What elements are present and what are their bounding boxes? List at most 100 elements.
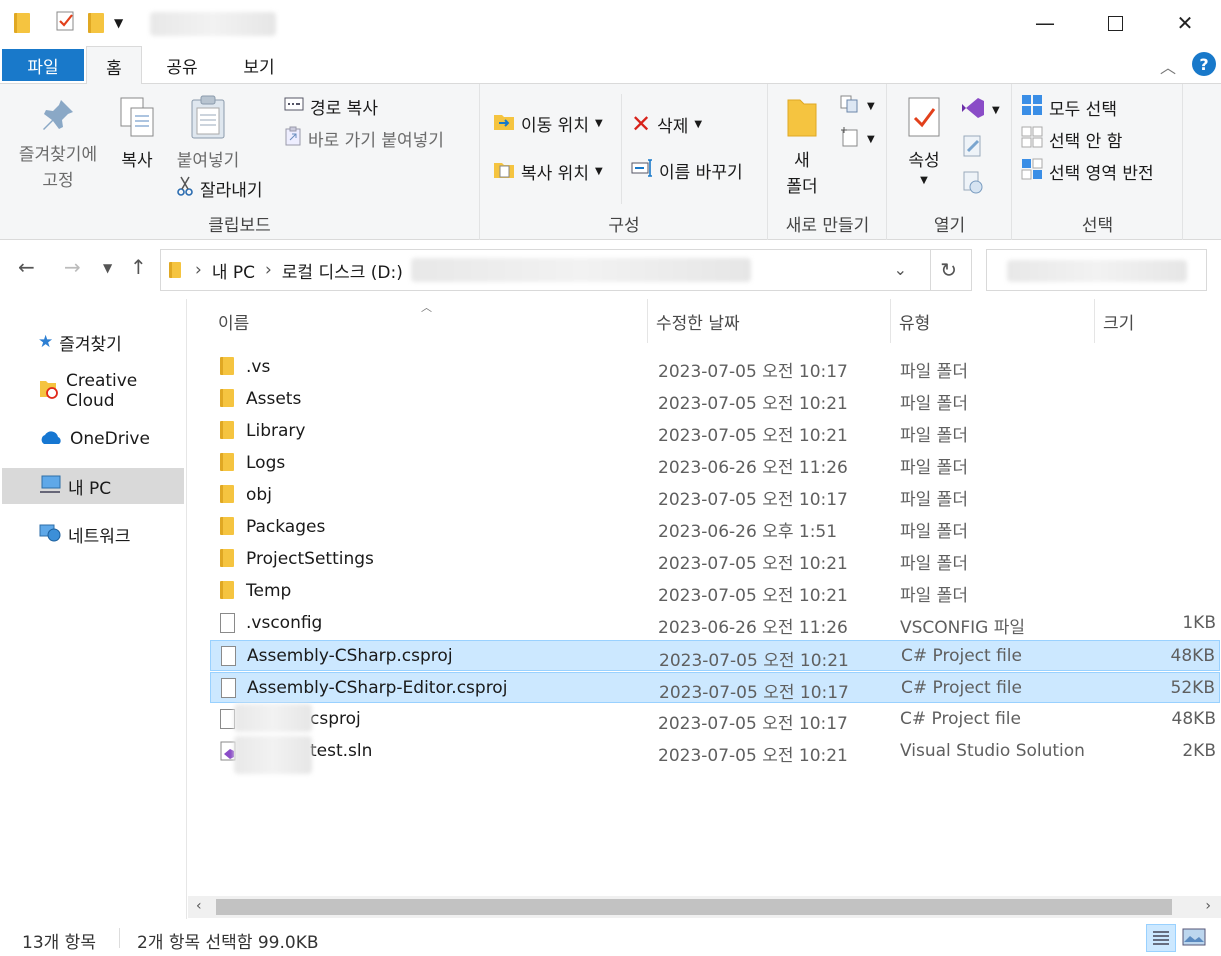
details-view-icon (1153, 931, 1169, 945)
file-row[interactable]: .vsconfig 2023-06-26 오전 11:26 VSCONFIG 파일 1… (210, 608, 1220, 639)
horizontal-scrollbar[interactable]: ‹ › (188, 896, 1221, 918)
customize-toolbar-chevron-icon[interactable]: ▼ (114, 16, 123, 30)
select-group: 모두 선택 선택 안 함 선택 영역 반전 선택 (1013, 84, 1183, 240)
details-view-button[interactable] (1146, 924, 1176, 952)
edit-button[interactable] (962, 134, 984, 163)
file-row[interactable]: Assembly-CSharp.csproj 2023-07-05 오전 10:2… (210, 640, 1220, 671)
rename-icon (631, 159, 653, 182)
collapse-ribbon-chevron-icon[interactable]: ︿ (1160, 54, 1176, 78)
move-to-label: 이동 위치 (521, 116, 589, 136)
select-all-button[interactable]: 모두 선택 (1021, 94, 1117, 121)
column-header-date[interactable]: 수정한 날짜 (648, 299, 891, 343)
delete-button[interactable]: ✕ 삭제 ▼ (631, 110, 702, 138)
search-placeholder-blurred (1007, 260, 1187, 282)
column-header-type[interactable]: 유형 (891, 299, 1095, 343)
tab-share[interactable]: 공유 (150, 46, 214, 84)
file-row[interactable]: Packages 2023-06-26 오후 1:51 파일 폴더 (210, 512, 1220, 543)
file-type: 파일 폴더 (900, 586, 968, 606)
maximize-button[interactable] (1080, 0, 1150, 46)
file-row[interactable]: csproj 2023-07-05 오전 10:17 C# Project file… (210, 704, 1220, 735)
recent-locations-chevron-icon[interactable]: ▼ (103, 261, 112, 275)
scrollbar-thumb[interactable] (216, 899, 1172, 915)
organize-group-label: 구성 (608, 216, 640, 236)
file-row[interactable]: obj 2023-07-05 오전 10:17 파일 폴더 (210, 480, 1220, 511)
paste-shortcut-button[interactable]: 바로 가기 붙여넣기 (284, 126, 444, 151)
paste-button[interactable]: 붙여넣기 (168, 94, 248, 174)
visual-studio-icon (960, 96, 986, 125)
ribbon-tabs: 파일 홈 공유 보기 ︿ ? (0, 46, 1221, 85)
network-icon (38, 521, 62, 548)
nav-item-favorites[interactable]: ★ 즐겨찾기 (2, 324, 184, 360)
nav-item-this-pc[interactable]: 내 PC (2, 468, 184, 504)
folder-icon (220, 453, 234, 476)
file-row[interactable]: Logs 2023-06-26 오전 11:26 파일 폴더 (210, 448, 1220, 479)
copy-button[interactable]: 복사 (108, 96, 166, 174)
tab-home[interactable]: 홈 (86, 46, 142, 85)
address-bar[interactable]: › 내 PC › 로컬 디스크 (D:) ⌄ ↻ (160, 249, 972, 291)
status-bar: 13개 항목 2개 항목 선택함 99.0KB (0, 920, 1221, 956)
pin-to-quick-access-button[interactable]: 즐겨찾기에 고정 (8, 98, 108, 194)
back-arrow-icon[interactable]: ← (18, 255, 35, 279)
file-row[interactable]: ProjectSettings 2023-07-05 오전 10:21 파일 폴더 (210, 544, 1220, 575)
star-icon: ★ (38, 332, 54, 352)
history-button[interactable] (962, 170, 984, 199)
file-date-modified: 2023-06-26 오후 1:51 (658, 522, 838, 542)
invert-selection-label: 선택 영역 반전 (1049, 164, 1154, 184)
new-folder-quick-icon[interactable] (88, 13, 104, 33)
copy-path-button[interactable]: 경로 복사 (284, 94, 378, 119)
breadcrumb-this-pc[interactable]: 내 PC (212, 258, 255, 283)
nav-item-network[interactable]: 네트워크 (2, 516, 184, 552)
scroll-left-arrow-icon[interactable]: ‹ (196, 898, 202, 914)
minimize-button[interactable]: — (1010, 0, 1080, 46)
file-date-modified: 2023-07-05 오전 10:21 (658, 426, 848, 446)
file-row[interactable]: test.sln 2023-07-05 오전 10:21 Visual Studio… (210, 736, 1220, 774)
navigation-pane: ★ 즐겨찾기 Creative Cloud OneDrive 내 PC 네트워크 (0, 299, 187, 919)
search-input[interactable] (986, 249, 1207, 291)
easy-access-button[interactable]: ▼ (839, 126, 875, 153)
help-icon[interactable]: ? (1192, 52, 1216, 76)
nav-item-creative-cloud[interactable]: Creative Cloud (2, 371, 184, 411)
copy-to-button[interactable]: 복사 위치 ▼ (493, 158, 603, 185)
close-button[interactable]: ✕ (1150, 0, 1220, 46)
properties-quick-icon[interactable] (56, 10, 76, 37)
copy-path-icon (284, 96, 304, 117)
cut-button[interactable]: 잘라내기 (176, 176, 263, 201)
file-row[interactable]: .vs 2023-07-05 오전 10:17 파일 폴더 (210, 352, 1220, 383)
file-date-modified: 2023-06-26 오전 11:26 (658, 618, 848, 638)
forward-arrow-icon[interactable]: → (64, 255, 81, 279)
new-folder-button[interactable]: 새 폴더 (777, 96, 827, 200)
file-row[interactable]: Assets 2023-07-05 오전 10:21 파일 폴더 (210, 384, 1220, 415)
open-group-label: 열기 (933, 216, 966, 236)
file-row[interactable]: Temp 2023-07-05 오전 10:21 파일 폴더 (210, 576, 1220, 607)
new-item-button[interactable]: ▼ (839, 94, 875, 119)
title-bar: ▼ — ✕ (0, 0, 1221, 46)
copy-to-icon (493, 158, 515, 185)
new-group-label: 새로 만들기 (785, 216, 870, 236)
nav-this-pc-label: 내 PC (68, 478, 112, 499)
column-header-size[interactable]: 크기 (1095, 299, 1221, 343)
refresh-icon[interactable]: ↻ (940, 258, 957, 282)
invert-selection-button[interactable]: 선택 영역 반전 (1021, 158, 1154, 185)
scroll-right-arrow-icon[interactable]: › (1205, 898, 1211, 914)
breadcrumb-separator-icon: › (195, 260, 202, 280)
pin-icon (43, 100, 73, 130)
scissors-icon (176, 176, 194, 201)
properties-button[interactable]: 속성 ▼ (894, 96, 954, 188)
up-arrow-icon[interactable]: ↑ (130, 255, 147, 279)
move-to-button[interactable]: 이동 위치 ▼ (493, 110, 603, 137)
folder-icon (220, 581, 234, 604)
file-row[interactable]: Library 2023-07-05 오전 10:21 파일 폴더 (210, 416, 1220, 447)
tab-file[interactable]: 파일 (2, 49, 84, 81)
nav-item-onedrive[interactable]: OneDrive (2, 421, 184, 457)
tab-view[interactable]: 보기 (226, 46, 292, 84)
pin-label-line2: 고정 (42, 171, 74, 191)
rename-button[interactable]: 이름 바꾸기 (631, 158, 743, 183)
file-name: Assets (246, 389, 302, 409)
file-row[interactable]: Assembly-CSharp-Editor.csproj 2023-07-05 … (210, 672, 1220, 703)
large-icons-view-button[interactable] (1182, 928, 1206, 951)
open-with-button[interactable]: ▼ (960, 96, 1000, 125)
address-history-chevron-icon[interactable]: ⌄ (894, 260, 907, 279)
select-none-button[interactable]: 선택 안 함 (1021, 126, 1122, 153)
breadcrumb-local-disk[interactable]: 로컬 디스크 (D:) (282, 258, 403, 283)
column-header-name[interactable]: 이름 (210, 299, 648, 343)
